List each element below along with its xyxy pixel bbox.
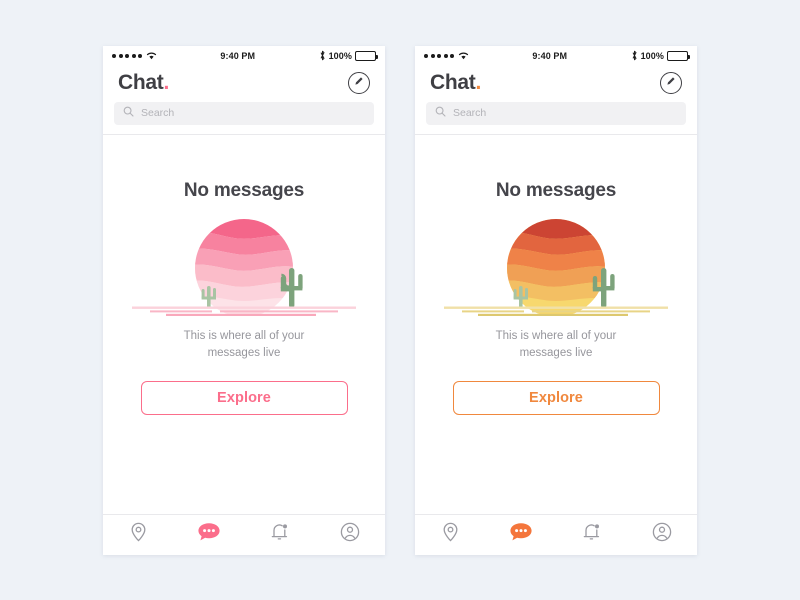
status-bar-time: 9:40 PM [532,51,568,61]
tab-notifications[interactable] [556,515,627,555]
desert-sunset-cactus-illustration [128,216,360,316]
empty-state-content: No messages This is where all of your me… [103,135,385,514]
compose-pencil-icon [353,74,365,92]
bell-notification-icon [270,522,289,547]
app-header: Chat. [103,67,385,95]
search-input[interactable]: Search [114,101,374,125]
battery-percent-label: 100% [328,51,352,61]
search-section: Search [415,95,697,134]
status-bar-right: 100% [631,50,690,63]
compose-button[interactable] [348,71,370,94]
tab-places[interactable] [103,515,174,555]
location-pin-icon [130,522,147,547]
ground-line-1 [444,306,668,309]
tab-account[interactable] [627,515,698,555]
ground-line-2b [532,309,650,312]
brand-text: Chat [430,70,476,94]
status-bar-left [424,51,469,62]
bottom-tab-bar [415,513,698,555]
search-placeholder-text: Search [141,107,175,119]
chat-bubble-icon [197,522,221,547]
status-bar-time: 9:40 PM [220,51,256,61]
chat-bubble-icon [509,522,533,547]
search-input[interactable]: Search [426,101,686,125]
phone-screen-pink: 9:40 PM 100% Chat. Search No messages Th… [103,45,386,555]
account-person-icon [340,522,360,547]
empty-state-content: No messages This is where all of your me… [415,135,697,514]
account-person-icon [652,522,672,547]
search-icon [123,104,134,122]
brand-accent-dot: . [475,70,482,94]
empty-state-headline: No messages [495,179,617,201]
search-icon [435,104,446,122]
explore-button[interactable]: Explore [140,381,348,415]
ground-line-3 [478,313,628,316]
empty-state-subtitle: This is where all of your messages live [183,329,305,359]
tab-chat[interactable] [486,515,557,555]
wifi-icon [146,51,157,62]
tab-chat[interactable] [174,515,245,555]
tab-account[interactable] [315,515,386,555]
wifi-icon [458,51,469,62]
phone-screen-orange: 9:40 PM 100% Chat. Search No messages Th… [415,45,698,555]
battery-full-icon [667,51,690,61]
empty-state-headline: No messages [183,179,305,201]
search-section: Search [103,95,385,134]
battery-full-icon [355,51,378,61]
bluetooth-icon [631,50,638,63]
status-bar: 9:40 PM 100% [415,46,697,67]
ground-line-1 [132,306,356,309]
desert-sunset-cactus-illustration [440,216,672,316]
signal-dots-icon [424,54,454,58]
ground-line-2a [462,309,524,312]
brand-text: Chat [118,70,164,94]
signal-dots-icon [112,54,142,58]
explore-button[interactable]: Explore [452,381,660,415]
page-title: Chat. [118,71,169,95]
empty-state-subtitle: This is where all of your messages live [495,329,617,359]
status-bar: 9:40 PM 100% [103,46,385,67]
brand-accent-dot: . [163,70,170,94]
status-bar-right: 100% [319,50,378,63]
search-placeholder-text: Search [453,107,487,119]
screens-container: 9:40 PM 100% Chat. Search No messages Th… [0,0,800,600]
compose-pencil-icon [665,74,677,92]
battery-percent-label: 100% [640,51,664,61]
status-bar-left [112,51,157,62]
location-pin-icon [442,522,459,547]
ground-line-3 [166,313,316,316]
tab-places[interactable] [415,515,486,555]
bottom-tab-bar [103,513,386,555]
tab-notifications[interactable] [244,515,315,555]
bluetooth-icon [319,50,326,63]
ground-line-2b [220,309,338,312]
app-header: Chat. [415,67,697,95]
compose-button[interactable] [660,71,682,94]
page-title: Chat. [430,71,481,95]
ground-line-2a [150,309,212,312]
bell-notification-icon [582,522,601,547]
